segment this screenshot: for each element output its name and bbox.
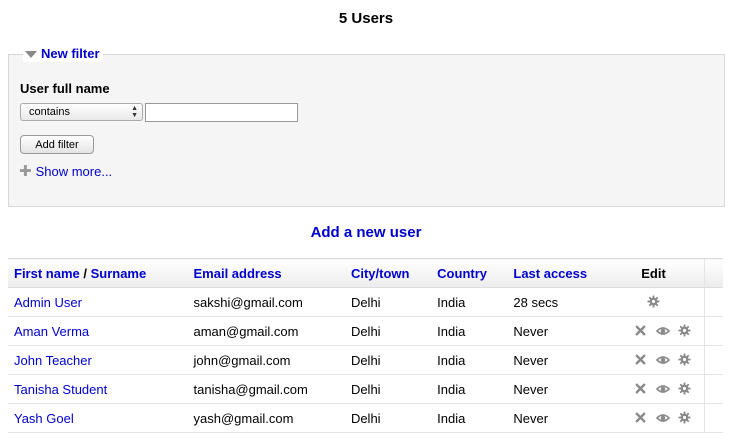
settings-icon[interactable]: [678, 382, 692, 396]
settings-icon[interactable]: [678, 324, 692, 338]
cell-city: Delhi: [344, 403, 432, 433]
plus-icon[interactable]: ✚: [19, 164, 32, 179]
filter-operator-select[interactable]: contains ▲ ▼: [20, 103, 143, 121]
cell-name: Admin User: [8, 287, 188, 317]
cell-country: India: [431, 403, 508, 433]
user-name-link[interactable]: Admin User: [14, 295, 82, 310]
select-arrows-icon: ▲ ▼: [131, 105, 138, 119]
table-row: Aman Verma aman@gmail.com Delhi India Never: [8, 316, 723, 346]
sort-country-link[interactable]: Country: [437, 266, 487, 281]
user-name-link[interactable]: Yash Goel: [14, 411, 74, 426]
settings-icon[interactable]: [678, 353, 692, 367]
header-email: Email address: [187, 258, 345, 288]
row-actions: [609, 295, 699, 309]
row-actions: [609, 324, 699, 338]
cell-edit: [602, 374, 705, 404]
add-new-user-heading: Add a new user: [0, 224, 732, 241]
cell-extra: [704, 345, 723, 375]
table-header-row: First name / Surname Email address City/…: [8, 258, 723, 288]
cell-city: Delhi: [344, 316, 432, 346]
cell-country: India: [431, 316, 508, 346]
settings-icon[interactable]: [678, 411, 692, 425]
add-new-user-link[interactable]: Add a new user: [311, 224, 422, 241]
user-name-link[interactable]: Aman Verma: [14, 324, 89, 339]
row-actions: [609, 353, 699, 367]
table-row: Tanisha Student tanisha@gmail.com Delhi Ind…: [8, 374, 723, 404]
view-icon[interactable]: [656, 324, 671, 338]
cell-email: tanisha@gmail.com: [187, 374, 345, 404]
show-more-link[interactable]: Show more...: [36, 164, 113, 179]
delete-icon[interactable]: [634, 411, 648, 425]
user-name-link[interactable]: John Teacher: [14, 353, 92, 368]
cell-last-access: 28 secs: [507, 287, 603, 317]
cell-email: aman@gmail.com: [187, 316, 345, 346]
table-row: Admin User sakshi@gmail.com Delhi India 28 s…: [8, 287, 723, 317]
cell-city: Delhi: [344, 374, 432, 404]
user-full-name-label: User full name: [20, 81, 110, 96]
show-more-toggle[interactable]: ✚ Show more...: [19, 164, 112, 179]
view-icon[interactable]: [656, 382, 671, 396]
cell-name: Yash Goel: [8, 403, 188, 433]
header-edit: Edit: [602, 258, 705, 288]
cell-email: john@gmail.com: [187, 345, 345, 375]
filter-value-input[interactable]: [145, 103, 298, 122]
sort-city-link[interactable]: City/town: [351, 266, 410, 281]
sort-last-access-link[interactable]: Last access: [513, 266, 587, 281]
table-row: John Teacher john@gmail.com Delhi India Neve…: [8, 345, 723, 375]
cell-country: India: [431, 345, 508, 375]
users-table: First name / Surname Email address City/…: [8, 258, 723, 433]
cell-last-access: Never: [507, 345, 603, 375]
page-title: 5 Users: [338, 10, 394, 27]
cell-country: India: [431, 287, 508, 317]
delete-icon[interactable]: [634, 324, 648, 338]
cell-city: Delhi: [344, 345, 432, 375]
cell-edit: [602, 287, 705, 317]
header-country: Country: [431, 258, 508, 288]
cell-extra: [704, 316, 723, 346]
cell-extra: [704, 374, 723, 404]
table-row: Yash Goel yash@gmail.com Delhi India Never: [8, 403, 723, 433]
cell-edit: [602, 403, 705, 433]
cell-last-access: Never: [507, 374, 603, 404]
sort-first-name-link[interactable]: First name: [14, 266, 80, 281]
view-icon[interactable]: [656, 353, 671, 367]
cell-extra: [704, 403, 723, 433]
header-city: City/town: [344, 258, 432, 288]
view-icon[interactable]: [656, 411, 671, 425]
cell-email: yash@gmail.com: [187, 403, 345, 433]
header-name: First name / Surname: [8, 258, 188, 288]
cell-extra: [704, 287, 723, 317]
header-separator: /: [79, 265, 91, 281]
cell-last-access: Never: [507, 403, 603, 433]
filter-operator-value: contains: [29, 106, 70, 118]
delete-icon[interactable]: [634, 353, 648, 367]
cell-name: Aman Verma: [8, 316, 188, 346]
settings-icon[interactable]: [646, 295, 661, 309]
cell-email: sakshi@gmail.com: [187, 287, 345, 317]
new-filter-link[interactable]: New filter: [41, 46, 100, 62]
add-filter-button[interactable]: Add filter: [20, 135, 94, 154]
sort-email-link[interactable]: Email address: [194, 266, 282, 281]
cell-country: India: [431, 374, 508, 404]
row-actions: [609, 382, 699, 396]
cell-city: Delhi: [344, 287, 432, 317]
sort-surname-link[interactable]: Surname: [91, 266, 147, 281]
cell-edit: [602, 316, 705, 346]
header-extra: [704, 258, 723, 288]
header-last-access: Last access: [507, 258, 603, 288]
row-actions: [609, 411, 699, 425]
cell-name: John Teacher: [8, 345, 188, 375]
new-filter-fieldset: New filter User full name contains ▲ ▼ Ad…: [8, 46, 725, 207]
collapse-triangle-icon[interactable]: [25, 50, 37, 58]
cell-last-access: Never: [507, 316, 603, 346]
cell-name: Tanisha Student: [8, 374, 188, 404]
cell-edit: [602, 345, 705, 375]
user-name-link[interactable]: Tanisha Student: [14, 382, 107, 397]
delete-icon[interactable]: [634, 382, 648, 396]
new-filter-legend[interactable]: New filter: [23, 46, 103, 62]
